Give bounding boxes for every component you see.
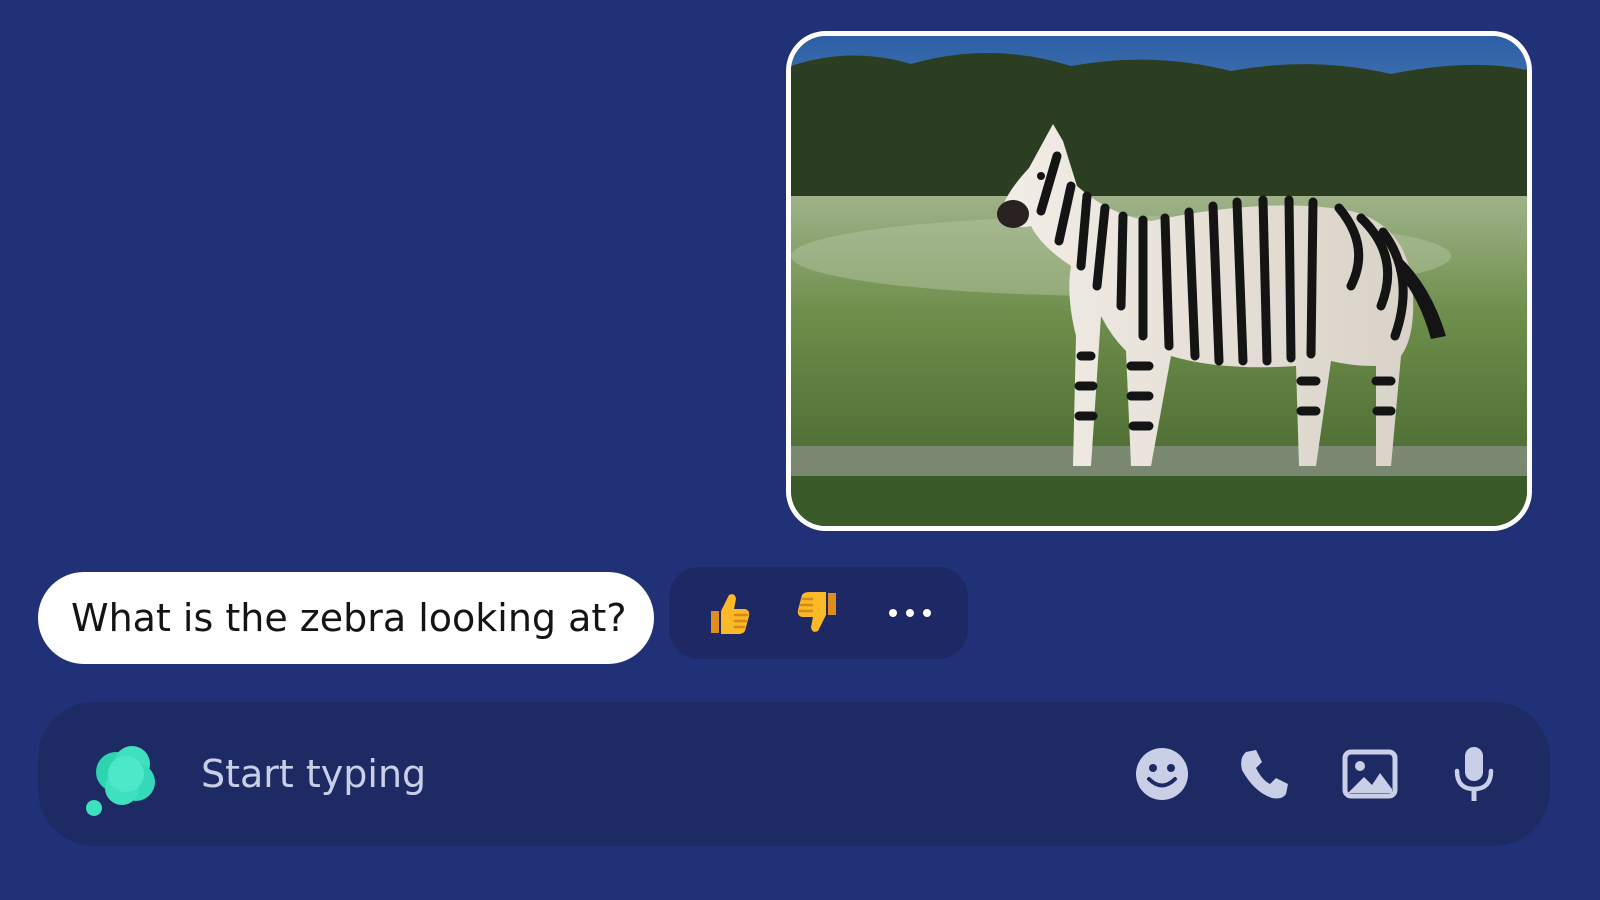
message-bubble: What is the zebra looking at? (38, 572, 654, 664)
zebra-photo (791, 36, 1527, 526)
thought-bubble-icon (86, 746, 155, 816)
image-button[interactable] (1340, 744, 1400, 804)
message-text: What is the zebra looking at? (71, 596, 627, 640)
image-message[interactable] (786, 31, 1532, 531)
thumbs-up-button[interactable] (693, 567, 763, 659)
emoji-button[interactable] (1132, 744, 1192, 804)
thumbs-down-icon (797, 592, 836, 632)
more-horizontal-icon (889, 609, 931, 617)
thumbs-down-button[interactable] (784, 567, 854, 659)
emoji-icon (1136, 748, 1188, 800)
message-composer (38, 702, 1550, 846)
image-icon (1342, 749, 1398, 799)
more-options-button[interactable] (875, 567, 945, 659)
reaction-bar (669, 567, 968, 659)
message-input[interactable] (201, 744, 1021, 804)
call-button[interactable] (1234, 744, 1294, 804)
microphone-icon (1454, 747, 1494, 801)
phone-icon (1241, 750, 1288, 799)
assistant-avatar (82, 736, 162, 816)
thumbs-up-icon (711, 594, 750, 634)
microphone-button[interactable] (1444, 744, 1504, 804)
